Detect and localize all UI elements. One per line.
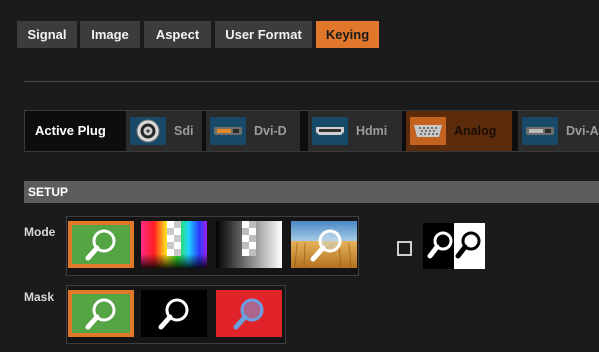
bnc-connector-icon xyxy=(130,117,166,145)
tab-aspect[interactable]: Aspect xyxy=(144,21,211,48)
plug-dvi-d[interactable]: Dvi-D xyxy=(206,111,300,151)
dvi-connector-icon xyxy=(522,117,558,145)
mode-invert-preview xyxy=(423,223,485,269)
plug-hdmi-label: Hdmi xyxy=(356,124,388,138)
magnifier-on-photo-icon xyxy=(291,221,357,268)
magnifier-on-green-icon xyxy=(85,298,116,330)
tab-keying[interactable]: Keying xyxy=(316,21,379,48)
mask-label: Mask xyxy=(24,290,55,304)
gradient-checker-icon xyxy=(216,221,282,268)
active-plug-bar: Active Plug Sdi Dvi-D Hdmi Analog Dvi-A xyxy=(24,110,599,152)
mode-option-green-magnifier[interactable] xyxy=(68,221,134,268)
mode-options-group xyxy=(66,216,359,276)
plug-dvi-d-label: Dvi-D xyxy=(254,124,287,138)
magnifier-on-red-icon xyxy=(233,298,264,330)
mask-options-group xyxy=(66,285,286,344)
plug-analog[interactable]: Analog xyxy=(406,111,512,151)
tab-signal[interactable]: Signal xyxy=(17,21,77,48)
vga-connector-icon xyxy=(410,117,446,145)
setup-section-header: SETUP xyxy=(24,181,599,203)
mode-label: Mode xyxy=(24,225,56,239)
plug-sdi-label: Sdi xyxy=(174,124,194,138)
magnifier-black-white-icon xyxy=(423,223,485,269)
dvi-connector-icon xyxy=(210,117,246,145)
divider xyxy=(24,81,599,82)
magnifier-on-black-icon xyxy=(158,298,189,330)
mask-option-black[interactable] xyxy=(141,290,207,337)
plug-analog-label: Analog xyxy=(454,124,497,138)
mode-option-color-bars[interactable] xyxy=(141,221,207,268)
mask-option-green[interactable] xyxy=(68,290,134,337)
magnifier-on-green-icon xyxy=(85,229,116,261)
hdmi-connector-icon xyxy=(312,117,348,145)
invert-checkbox[interactable] xyxy=(397,241,412,256)
active-plug-label: Active Plug xyxy=(35,123,106,138)
color-bars-icon xyxy=(141,221,207,268)
plug-hdmi[interactable]: Hdmi xyxy=(308,111,402,151)
plug-dvi-a[interactable]: Dvi-A xyxy=(518,111,599,151)
mask-option-red[interactable] xyxy=(216,290,282,337)
tab-image[interactable]: Image xyxy=(80,21,140,48)
plug-sdi[interactable]: Sdi xyxy=(126,111,202,151)
mode-option-photo[interactable] xyxy=(291,221,357,268)
plug-dvi-a-label: Dvi-A xyxy=(566,124,599,138)
tab-user-format[interactable]: User Format xyxy=(215,21,312,48)
mode-option-gradient[interactable] xyxy=(216,221,282,268)
